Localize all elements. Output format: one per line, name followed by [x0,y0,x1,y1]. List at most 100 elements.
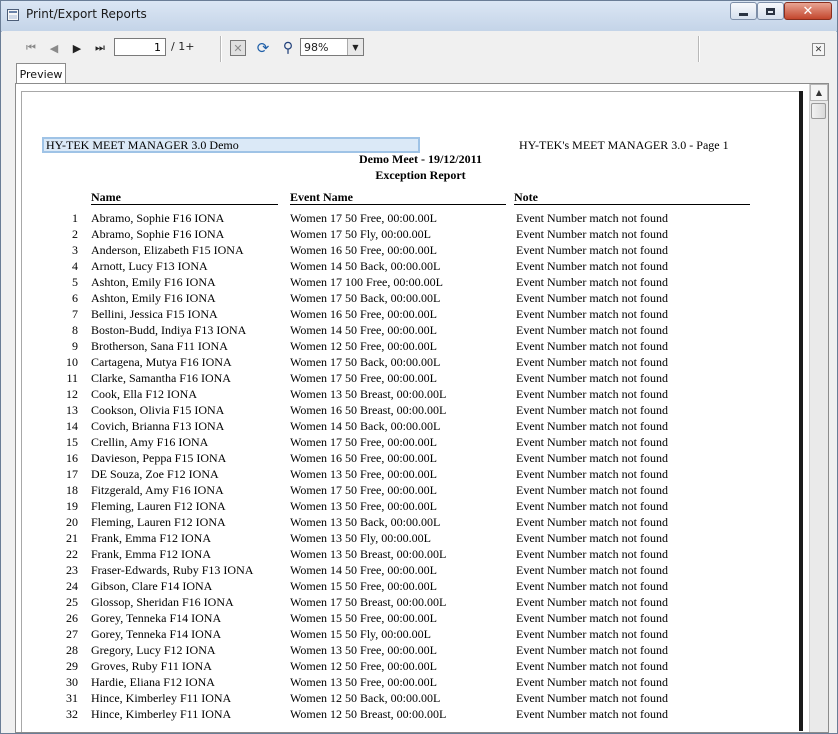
table-row: 25 Glossop, Sheridan F16 IONA Women 17 50 … [22,595,800,611]
row-number: 21 [66,531,78,545]
row-name: Covich, Brianna F13 IONA [91,419,225,433]
row-number: 2 [72,227,78,241]
row-event: Women 13 50 Free, 00:00.00L [290,643,438,657]
table-row: 4 Arnott, Lucy F13 IONA Women 14 50 Back, … [22,259,800,275]
row-note: Event Number match not found [516,675,668,689]
row-name: Abramo, Sophie F16 IONA [91,227,225,241]
row-number: 31 [66,691,78,705]
column-header-name: Name [91,190,278,205]
row-number: 29 [66,659,78,673]
row-number: 7 [72,307,78,321]
minimize-button[interactable] [730,2,757,20]
row-event: Women 13 50 Back, 00:00.00L [290,515,441,529]
page-total-label: / 1+ [171,40,195,53]
row-name: Gorey, Tenneka F14 IONA [91,627,222,641]
table-row: 23 Fraser-Edwards, Ruby F13 IONA Women 14 … [22,563,800,579]
row-number: 8 [72,323,78,337]
close-window-button[interactable]: ✕ [784,2,832,20]
row-event: Women 15 50 Fly, 00:00.00L [290,627,431,641]
table-row: 3 Anderson, Elizabeth F15 IONA Women 16 50… [22,243,800,259]
report-meet-name: Demo Meet - 19/12/2011 [359,152,482,166]
row-event: Women 16 50 Free, 00:00.00L [290,307,438,321]
chevron-down-icon[interactable]: ▼ [347,39,363,55]
find-binoculars-icon[interactable]: ⚲ [279,39,297,57]
scroll-up-icon[interactable]: ▲ [810,84,828,101]
refresh-icon[interactable]: ⟳ [254,39,272,57]
report-title: Exception Report [375,168,466,182]
column-header-note: Note [514,190,750,205]
zoom-value: 98% [304,41,329,54]
table-row: 30 Hardie, Eliana F12 IONA Women 13 50 Fre… [22,675,800,691]
row-number: 23 [66,563,78,577]
row-note: Event Number match not found [516,243,668,257]
row-event: Women 13 50 Free, 00:00.00L [290,467,438,481]
row-number: 25 [66,595,78,609]
row-number: 13 [66,403,78,417]
row-note: Event Number match not found [516,691,668,705]
row-note: Event Number match not found [516,467,668,481]
row-number: 9 [72,339,78,353]
table-row: 12 Cook, Ella F12 IONA Women 13 50 Breast,… [22,387,800,403]
row-name: Hardie, Eliana F12 IONA [91,675,215,689]
page-shadow [799,91,803,731]
row-number: 19 [66,499,78,513]
last-page-icon[interactable]: ⏭ [93,41,107,55]
row-event: Women 13 50 Fly, 00:00.00L [290,531,431,545]
row-note: Event Number match not found [516,611,668,625]
row-number: 10 [66,355,78,369]
table-row: 14 Covich, Brianna F13 IONA Women 14 50 Ba… [22,419,800,435]
row-name: Boston-Budd, Indiya F13 IONA [91,323,247,337]
table-row: 6 Ashton, Emily F16 IONA Women 17 50 Back,… [22,291,800,307]
row-name: Fitzgerald, Amy F16 IONA [91,483,224,497]
scroll-thumb[interactable] [811,103,826,119]
row-name: Cook, Ella F12 IONA [91,387,197,401]
title-bar[interactable]: Print/Export Reports ✕ [1,1,837,32]
row-event: Women 17 50 Breast, 00:00.00L [290,595,447,609]
vertical-scrollbar[interactable]: ▲ [809,84,828,732]
table-row: 19 Fleming, Lauren F12 IONA Women 13 50 Fr… [22,499,800,515]
table-row: 20 Fleming, Lauren F12 IONA Women 13 50 Ba… [22,515,800,531]
row-event: Women 17 50 Free, 00:00.00L [290,483,438,497]
app-window-icon[interactable] [7,9,19,21]
table-row: 13 Cookson, Olivia F15 IONA Women 16 50 Br… [22,403,800,419]
tab-strip: Preview [16,63,824,84]
stop-icon[interactable]: ✕ [230,40,246,56]
preview-toolbar: ⏮ ◀ ▶ ⏭ / 1+ ✕ ⟳ ⚲ 98% ▼ ✕ [2,31,836,65]
row-note: Event Number match not found [516,355,668,369]
row-number: 17 [66,467,78,481]
row-name: DE Souza, Zoe F12 IONA [91,467,219,481]
row-event: Women 17 100 Free, 00:00.00L [290,275,444,289]
row-note: Event Number match not found [516,563,668,577]
row-number: 4 [72,259,78,273]
row-name: Groves, Ruby F11 IONA [91,659,212,673]
row-number: 30 [66,675,78,689]
row-name: Brotherson, Sana F11 IONA [91,339,228,353]
row-name: Gregory, Lucy F12 IONA [91,643,216,657]
row-note: Event Number match not found [516,643,668,657]
first-page-icon[interactable]: ⏮ [24,41,38,55]
close-preview-icon[interactable]: ✕ [812,43,825,56]
print-export-window: Print/Export Reports ✕ ⏮ ◀ ▶ ⏭ / 1+ ✕ ⟳ … [0,0,838,734]
page-number-input[interactable] [114,38,166,56]
row-event: Women 12 50 Free, 00:00.00L [290,659,438,673]
row-note: Event Number match not found [516,627,668,641]
table-row: 5 Ashton, Emily F16 IONA Women 17 100 Free… [22,275,800,291]
minimize-icon [739,12,748,16]
row-number: 24 [66,579,78,593]
row-name: Crellin, Amy F16 IONA [91,435,209,449]
zoom-dropdown[interactable]: 98% ▼ [300,38,364,56]
table-row: 17 DE Souza, Zoe F12 IONA Women 13 50 Free… [22,467,800,483]
report-rows: 1 Abramo, Sophie F16 IONA Women 17 50 Free… [22,211,800,723]
row-note: Event Number match not found [516,227,668,241]
row-name: Fleming, Lauren F12 IONA [91,515,226,529]
report-header-right: HY-TEK's MEET MANAGER 3.0 - Page 1 [519,138,729,152]
row-note: Event Number match not found [516,387,668,401]
next-page-icon[interactable]: ▶ [70,41,84,55]
tab-preview[interactable]: Preview [16,63,66,84]
maximize-button[interactable] [757,2,784,20]
row-event: Women 17 50 Free, 00:00.00L [290,435,438,449]
previous-page-icon[interactable]: ◀ [47,41,61,55]
close-icon: ✕ [802,3,814,19]
row-name: Hince, Kimberley F11 IONA [91,691,232,705]
row-event: Women 17 50 Fly, 00:00.00L [290,227,431,241]
